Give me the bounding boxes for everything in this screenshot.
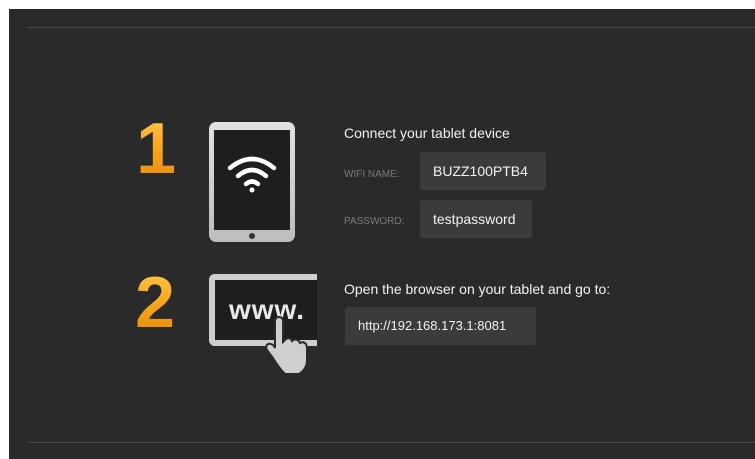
wifi-name-value: BUZZ100PTB4 [420, 152, 546, 190]
browser-url-value: http://192.168.173.1:8081 [345, 307, 536, 345]
step-2-number: 2 [135, 263, 176, 343]
step-2-title: Open the browser on your tablet and go t… [344, 281, 611, 297]
top-divider [28, 27, 755, 28]
step-1-number: 1 [136, 109, 177, 189]
password-value: testpassword [420, 200, 532, 238]
connection-panel: 1 Connect your tablet device WIFI NAME: … [9, 9, 755, 459]
pointing-hand-icon [265, 316, 308, 375]
www-hand-icon: www. [209, 274, 321, 384]
wifi-name-label: WIFI NAME: [344, 169, 400, 180]
step-1-title: Connect your tablet device [344, 125, 510, 141]
tablet-wifi-icon [209, 122, 295, 242]
password-label: PASSWORD: [344, 216, 405, 227]
wifi-icon [227, 156, 277, 193]
bottom-divider [28, 442, 755, 443]
